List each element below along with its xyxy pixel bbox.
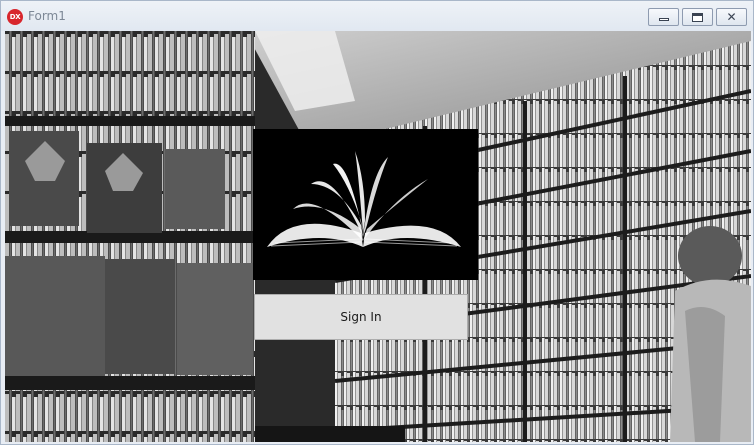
close-icon: ✕ [726,10,737,24]
maximize-icon [692,12,703,22]
devexpress-app-icon: DX [7,9,23,25]
open-book-icon [267,151,461,247]
close-button[interactable]: ✕ [716,8,747,26]
title-bar[interactable]: DX Form1 ✕ [1,1,753,31]
window-title: Form1 [28,9,66,23]
minimize-icon [658,18,669,21]
form-client-area: Sign In [5,31,751,442]
window-controls: ✕ [648,8,747,26]
main-window: DX Form1 ✕ Sign In [0,0,754,445]
minimize-button[interactable] [648,8,679,26]
sign-in-button[interactable]: Sign In [254,294,468,340]
logo-panel [253,129,478,280]
maximize-button[interactable] [682,8,713,26]
